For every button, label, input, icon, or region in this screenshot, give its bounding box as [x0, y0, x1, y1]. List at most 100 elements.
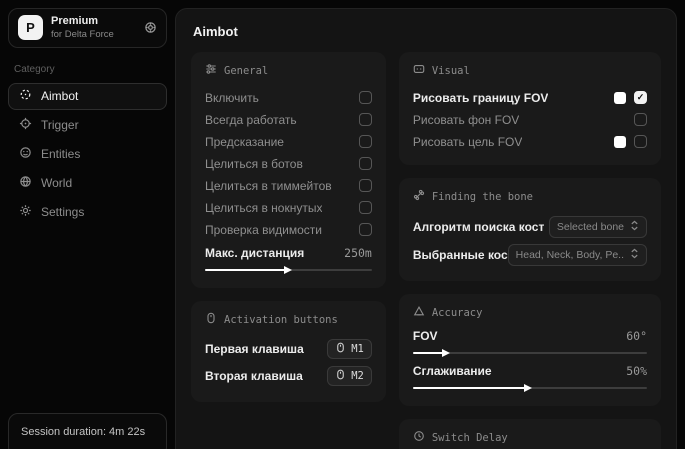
- chevron-up-down-icon: [630, 220, 639, 234]
- checkbox[interactable]: ✓: [359, 201, 372, 214]
- check-icon: ✓: [637, 93, 645, 102]
- card-activation-buttons: Activation buttons Первая клавиша M1: [191, 301, 386, 402]
- visual-label: Рисовать границу FOV: [413, 91, 549, 105]
- card-activation-header: Activation buttons: [205, 312, 372, 327]
- right-column: Visual Рисовать границу FOV ✓ Рисовать ф…: [399, 52, 661, 449]
- checkbox[interactable]: ✓: [359, 113, 372, 126]
- keybind-button-m1[interactable]: M1: [327, 339, 372, 359]
- bone-label: Алгоритм поиска кост: [413, 220, 544, 234]
- sliders-icon: [205, 63, 217, 78]
- toggle-row-always-work: Всегда работать ✓: [205, 109, 372, 130]
- toggle-row-enable: Включить ✓: [205, 87, 372, 108]
- card-visual: Visual Рисовать границу FOV ✓ Рисовать ф…: [399, 52, 661, 165]
- slider-fov: FOV 60°: [413, 329, 647, 354]
- visual-label: Рисовать цель FOV: [413, 135, 523, 149]
- checkbox[interactable]: ✓: [359, 223, 372, 236]
- page-title: Aimbot: [193, 24, 659, 39]
- slider-fill[interactable]: [205, 269, 285, 271]
- chevron-up-down-icon: [630, 248, 639, 262]
- sidebar-item-world[interactable]: World: [8, 170, 167, 197]
- card-switch-delay-header: Switch Delay: [413, 430, 647, 445]
- max-distance-slider[interactable]: [205, 269, 372, 271]
- sidebar-item-label: Settings: [41, 205, 84, 219]
- sidebar-item-settings[interactable]: Settings: [8, 199, 167, 226]
- checkbox[interactable]: ✓: [359, 135, 372, 148]
- sidebar-item-label: Trigger: [41, 118, 79, 132]
- mouse-icon: [205, 312, 217, 327]
- category-label: Category: [14, 64, 161, 75]
- keybind-value: M1: [351, 343, 364, 355]
- sidebar-item-label: World: [41, 176, 72, 190]
- slider-fill[interactable]: [413, 387, 525, 389]
- visual-icon: [413, 63, 425, 78]
- card-title: General: [224, 65, 268, 77]
- checkbox[interactable]: ✓: [634, 135, 647, 148]
- sidebar-item-label: Entities: [41, 147, 80, 161]
- bone-row-selected-bones: Выбранные кос Head, Neck, Body, Pe..: [413, 241, 647, 268]
- sidebar-item-aimbot[interactable]: Aimbot: [8, 83, 167, 110]
- visual-controls: ✓: [634, 113, 647, 126]
- select-value: Selected bone: [557, 221, 624, 233]
- trigger-crosshair-icon: [19, 117, 32, 133]
- card-accuracy-header: Accuracy: [413, 305, 647, 320]
- entities-icon: [19, 146, 32, 162]
- smoothing-slider[interactable]: [413, 387, 647, 389]
- card-bone-header: Finding the bone: [413, 189, 647, 204]
- clock-icon: [413, 430, 425, 445]
- keybind-row-second: Вторая клавиша M2: [205, 363, 372, 389]
- slider-label: Макс. дистанция: [205, 246, 304, 260]
- visual-row-fov-border: Рисовать границу FOV ✓: [413, 87, 647, 108]
- bone-algorithm-select[interactable]: Selected bone: [549, 216, 647, 238]
- toggle-label: Предсказание: [205, 135, 284, 149]
- select-value: Head, Neck, Body, Pe..: [516, 249, 624, 261]
- card-general-header: General: [205, 63, 372, 78]
- keybind-row-first: Первая клавиша M1: [205, 336, 372, 362]
- left-column: General Включить ✓ Всегда работать ✓ Пре…: [191, 52, 386, 402]
- keybind-label: Первая клавиша: [205, 342, 304, 356]
- selected-bones-select[interactable]: Head, Neck, Body, Pe..: [508, 244, 647, 266]
- checkbox[interactable]: ✓: [359, 179, 372, 192]
- checkbox[interactable]: ✓: [359, 91, 372, 104]
- card-title: Activation buttons: [224, 314, 338, 326]
- toggle-row-target-knocked: Целиться в нокнутых ✓: [205, 197, 372, 218]
- toggle-row-prediction: Предсказание ✓: [205, 131, 372, 152]
- bone-icon: [413, 189, 425, 204]
- toggle-row-target-teammates: Целиться в тиммейтов ✓: [205, 175, 372, 196]
- sidebar-item-trigger[interactable]: Trigger: [8, 112, 167, 139]
- card-switch-delay: Switch Delay Задержка переключения ✓ Зад…: [399, 419, 661, 449]
- checkbox[interactable]: ✓: [634, 113, 647, 126]
- slider-max-distance: Макс. дистанция 250m: [205, 246, 372, 271]
- card-title: Accuracy: [432, 307, 483, 319]
- toggle-label: Целиться в ботов: [205, 157, 303, 171]
- slider-head: FOV 60°: [413, 329, 647, 343]
- gear-icon[interactable]: [144, 21, 157, 34]
- slider-value: 250m: [344, 246, 372, 260]
- checkbox[interactable]: ✓: [359, 157, 372, 170]
- bone-label: Выбранные кос: [413, 248, 508, 262]
- card-visual-header: Visual: [413, 63, 647, 78]
- keybind-value: M2: [351, 370, 364, 382]
- main-panel: Aimbot General Включить ✓: [175, 8, 677, 449]
- color-swatch[interactable]: [614, 136, 626, 148]
- visual-row-fov-background: Рисовать фон FOV ✓: [413, 109, 647, 130]
- mouse-icon: [335, 369, 346, 383]
- visual-row-fov-target: Рисовать цель FOV ✓: [413, 131, 647, 152]
- mouse-icon: [335, 342, 346, 356]
- checkbox[interactable]: ✓: [634, 91, 647, 104]
- toggle-row-visibility-check: Проверка видимости ✓: [205, 219, 372, 240]
- toggle-row-target-bots: Целиться в ботов ✓: [205, 153, 372, 174]
- brand-logo: P: [18, 15, 43, 40]
- gear-icon: [19, 204, 32, 220]
- toggle-label: Проверка видимости: [205, 223, 322, 237]
- card-title: Finding the bone: [432, 191, 533, 203]
- slider-head: Макс. дистанция 250m: [205, 246, 372, 260]
- sidebar-item-entities[interactable]: Entities: [8, 141, 167, 168]
- slider-fill[interactable]: [413, 352, 443, 354]
- keybind-button-m2[interactable]: M2: [327, 366, 372, 386]
- card-title: Switch Delay: [432, 432, 508, 444]
- fov-slider[interactable]: [413, 352, 647, 354]
- keybind-label: Вторая клавиша: [205, 369, 303, 383]
- card-finding-bone: Finding the bone Алгоритм поиска кост Se…: [399, 178, 661, 281]
- color-swatch[interactable]: [614, 92, 626, 104]
- visual-label: Рисовать фон FOV: [413, 113, 519, 127]
